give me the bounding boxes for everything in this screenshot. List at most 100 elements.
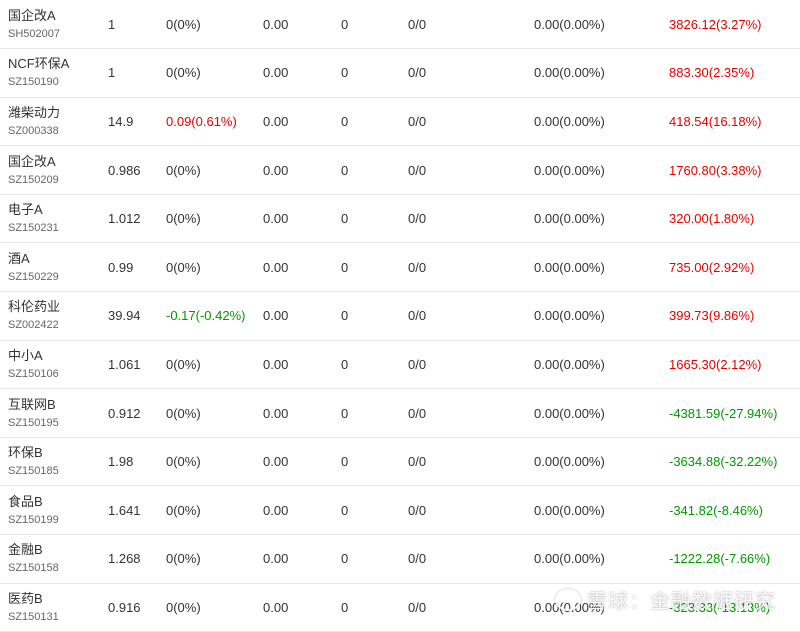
stock-name[interactable]: 金融B: [8, 541, 108, 558]
price-cell: 14.9: [108, 113, 134, 129]
col4-cell: 0.00: [263, 356, 289, 372]
col4-cell: 0.00: [263, 405, 289, 421]
table-row[interactable]: 医药B SZ150131 0.916 0(0%) 0.00 0 0/0 0.00(0.00%)…: [0, 583, 800, 632]
value-change-cell: -4381.59(-27.94%): [669, 405, 778, 421]
price-cell: 1: [108, 16, 116, 32]
col7-cell: 0.00(0.00%): [534, 502, 605, 518]
price-cell: 0.912: [108, 405, 141, 421]
stock-name-cell: 潍柴动力 SZ000338: [0, 97, 108, 146]
price-cell: 1.641: [108, 502, 141, 518]
col4-cell: 0.00: [263, 551, 289, 567]
price-cell: 0.916: [108, 599, 141, 615]
value-change-cell: -1222.28(-7.66%): [669, 551, 771, 567]
stock-name-cell: 科伦药业 SZ002422: [0, 292, 108, 341]
table-row[interactable]: 国企改A SH502007 1 0(0%) 0.00 0 0/0 0.00(0.00%) 382…: [0, 0, 800, 49]
table-row[interactable]: 电子A SZ150231 1.012 0(0%) 0.00 0 0/0 0.00(0.00%)…: [0, 194, 800, 243]
table-row[interactable]: 食品B SZ150199 1.641 0(0%) 0.00 0 0/0 0.00(0.00%)…: [0, 486, 800, 535]
stock-name-cell: 国企改A SH502007: [0, 0, 108, 49]
stock-name[interactable]: 中小A: [8, 347, 108, 364]
stock-code[interactable]: SZ150199: [8, 513, 108, 528]
table-row[interactable]: 中小A SZ150106 1.061 0(0%) 0.00 0 0/0 0.00(0.00%)…: [0, 340, 800, 389]
stock-name[interactable]: NCF环保A: [8, 55, 108, 72]
change-cell: 0(0%): [166, 65, 201, 81]
stock-code[interactable]: SH502007: [8, 27, 108, 42]
stock-name-cell: 中小A SZ150106: [0, 340, 108, 389]
col6-cell: 0/0: [408, 551, 427, 567]
stock-name[interactable]: 潍柴动力: [8, 104, 108, 121]
change-cell: 0(0%): [166, 454, 201, 470]
price-cell: 1: [108, 65, 116, 81]
col6-cell: 0/0: [408, 599, 427, 615]
stock-name-cell: 金融B SZ150158: [0, 535, 108, 584]
price-cell: 1.268: [108, 551, 141, 567]
stock-code[interactable]: SZ150106: [8, 367, 108, 382]
col5-cell: 0: [341, 65, 349, 81]
col6-cell: 0/0: [408, 113, 427, 129]
stock-code[interactable]: SZ002422: [8, 318, 108, 333]
col7-cell: 0.00(0.00%): [534, 113, 605, 129]
table-row[interactable]: NCF环保A SZ150190 1 0(0%) 0.00 0 0/0 0.00(0.00%) 8…: [0, 49, 800, 98]
col6-cell: 0/0: [408, 65, 427, 81]
stock-name-cell: 医药B SZ150131: [0, 583, 108, 632]
stock-code[interactable]: SZ150209: [8, 173, 108, 188]
value-change-cell: 418.54(16.18%): [669, 113, 762, 129]
stock-code[interactable]: SZ150158: [8, 561, 108, 576]
stock-code[interactable]: SZ000338: [8, 124, 108, 139]
col7-cell: 0.00(0.00%): [534, 259, 605, 275]
col7-cell: 0.00(0.00%): [534, 308, 605, 324]
table-row[interactable]: 国企改A SZ150209 0.986 0(0%) 0.00 0 0/0 0.00(0.00%…: [0, 146, 800, 195]
stock-name[interactable]: 国企改A: [8, 7, 108, 24]
stock-name[interactable]: 互联网B: [8, 396, 108, 413]
value-change-cell: 1760.80(3.38%): [669, 162, 762, 178]
stock-name-cell: 电子A SZ150231: [0, 194, 108, 243]
col4-cell: 0.00: [263, 16, 289, 32]
col6-cell: 0/0: [408, 502, 427, 518]
col5-cell: 0: [341, 211, 349, 227]
col6-cell: 0/0: [408, 454, 427, 470]
value-change-cell: -341.82(-8.46%): [669, 502, 763, 518]
col7-cell: 0.00(0.00%): [534, 162, 605, 178]
col5-cell: 0: [341, 113, 349, 129]
col6-cell: 0/0: [408, 356, 427, 372]
stock-code[interactable]: SZ150231: [8, 221, 108, 236]
price-cell: 0.99: [108, 259, 134, 275]
stock-name[interactable]: 环保B: [8, 444, 108, 461]
value-change-cell: 399.73(9.86%): [669, 308, 755, 324]
col7-cell: 0.00(0.00%): [534, 211, 605, 227]
col7-cell: 0.00(0.00%): [534, 454, 605, 470]
stock-code[interactable]: SZ150185: [8, 464, 108, 479]
stock-name[interactable]: 食品B: [8, 493, 108, 510]
stock-code[interactable]: SZ150195: [8, 416, 108, 431]
stock-name[interactable]: 科伦药业: [8, 298, 108, 315]
col7-cell: 0.00(0.00%): [534, 356, 605, 372]
col6-cell: 0/0: [408, 405, 427, 421]
price-cell: 1.061: [108, 356, 141, 372]
stock-name[interactable]: 电子A: [8, 201, 108, 218]
col4-cell: 0.00: [263, 308, 289, 324]
table-row[interactable]: 环保B SZ150185 1.98 0(0%) 0.00 0 0/0 0.00(0.00%) -…: [0, 437, 800, 486]
stock-code[interactable]: SZ150229: [8, 270, 108, 285]
stock-name[interactable]: 医药B: [8, 590, 108, 607]
value-change-cell: 735.00(2.92%): [669, 259, 755, 275]
col5-cell: 0: [341, 308, 349, 324]
price-cell: 0.986: [108, 162, 141, 178]
table-row[interactable]: 互联网B SZ150195 0.912 0(0%) 0.00 0 0/0 0.00(0.00%…: [0, 389, 800, 438]
col4-cell: 0.00: [263, 502, 289, 518]
change-cell: 0(0%): [166, 599, 201, 615]
stock-name[interactable]: 酒A: [8, 250, 108, 267]
table-row[interactable]: 金融B SZ150158 1.268 0(0%) 0.00 0 0/0 0.00(0.00%)…: [0, 535, 800, 584]
table-row[interactable]: 酒A SZ150229 0.99 0(0%) 0.00 0 0/0 0.00(0.00%) 73…: [0, 243, 800, 292]
value-change-cell: 1665.30(2.12%): [669, 356, 762, 372]
value-change-cell: -323.33(-13.13%): [669, 599, 771, 615]
col5-cell: 0: [341, 405, 349, 421]
stock-name[interactable]: 国企改A: [8, 153, 108, 170]
col5-cell: 0: [341, 502, 349, 518]
col5-cell: 0: [341, 599, 349, 615]
stock-name-cell: 国企改A SZ150209: [0, 146, 108, 195]
table-row[interactable]: 潍柴动力 SZ000338 14.9 0.09(0.61%) 0.00 0 0/0 0.00(…: [0, 97, 800, 146]
value-change-cell: -3634.88(-32.22%): [669, 454, 778, 470]
value-change-cell: 883.30(2.35%): [669, 65, 755, 81]
table-row[interactable]: 科伦药业 SZ002422 39.94 -0.17(-0.42%) 0.00 0 0/0 0.…: [0, 292, 800, 341]
stock-code[interactable]: SZ150190: [8, 75, 108, 90]
stock-code[interactable]: SZ150131: [8, 610, 108, 625]
